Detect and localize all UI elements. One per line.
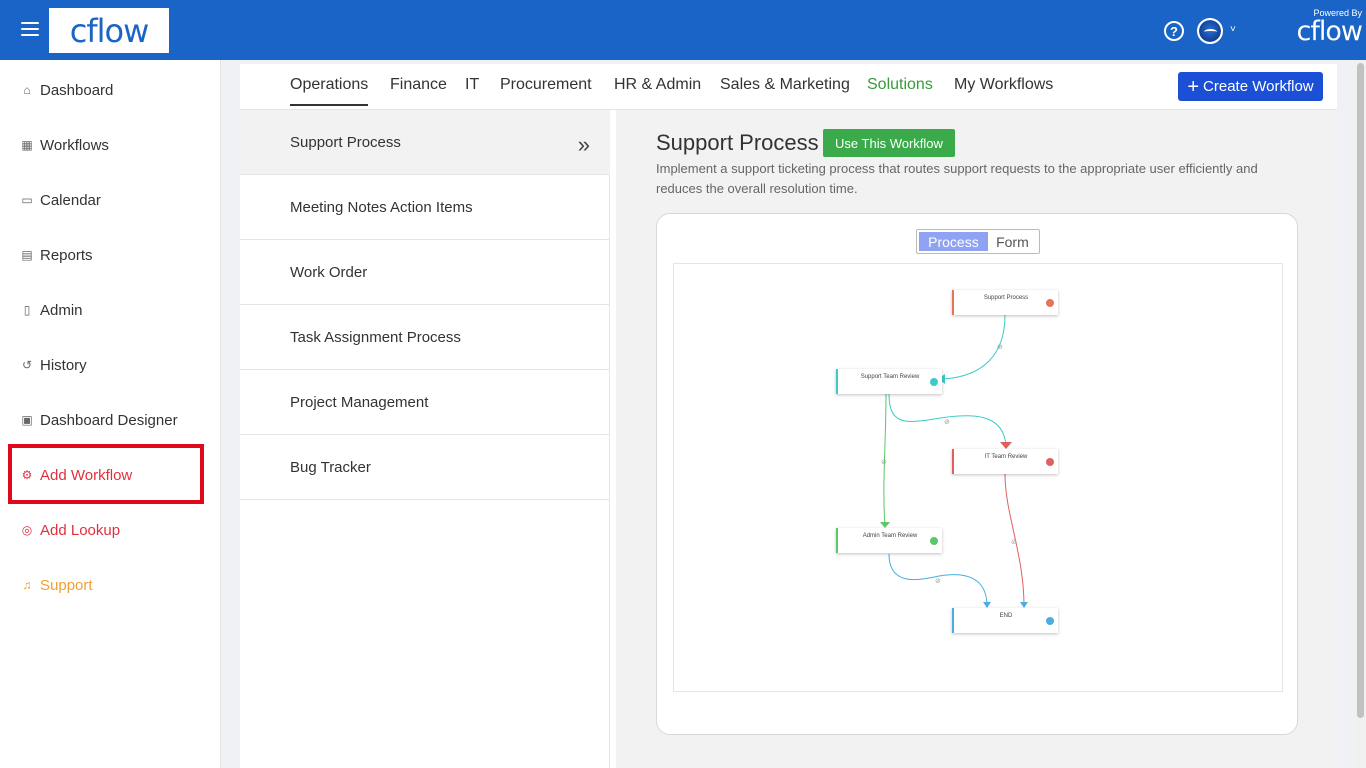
node-status-dot bbox=[930, 537, 938, 545]
grid-icon: ▦ bbox=[21, 138, 33, 152]
sidebar-item-label: Support bbox=[40, 576, 93, 594]
powered-by-brand: cflow bbox=[1296, 16, 1363, 47]
tab-operations[interactable]: Operations bbox=[290, 76, 369, 106]
link-icon: ⊘ bbox=[881, 458, 887, 466]
list-item-label: Support Process bbox=[290, 133, 401, 151]
node-admin-team-review[interactable]: Admin Team Review bbox=[836, 528, 942, 553]
designer-icon: ▣ bbox=[21, 413, 33, 427]
tab-finance[interactable]: Finance bbox=[390, 76, 447, 106]
workflow-description: Implement a support ticketing process th… bbox=[656, 161, 1258, 196]
list-item[interactable]: Project Management bbox=[240, 370, 610, 435]
main-panel: Operations Finance IT Procurement HR & A… bbox=[240, 64, 1337, 768]
list-item-label: Meeting Notes Action Items bbox=[290, 198, 473, 216]
arrowhead bbox=[1000, 442, 1012, 449]
list-item[interactable]: Meeting Notes Action Items bbox=[240, 175, 610, 240]
create-workflow-label: Create Workflow bbox=[1203, 78, 1314, 95]
view-toggle: Process Form bbox=[916, 229, 1040, 254]
list-item-support-process[interactable]: Support Process » bbox=[240, 110, 610, 175]
node-label: Admin Team Review bbox=[862, 533, 918, 539]
tab-it[interactable]: IT bbox=[465, 76, 479, 106]
node-status-dot bbox=[1046, 299, 1054, 307]
list-item-label: Bug Tracker bbox=[290, 458, 371, 476]
workflow-preview-card: Process Form ⊘ ⊘ ⊘ ⊘ ⊘ Support Process S… bbox=[656, 213, 1298, 735]
list-item[interactable]: Bug Tracker bbox=[240, 435, 610, 500]
list-item-label: Work Order bbox=[290, 263, 368, 281]
node-label: Support Process bbox=[983, 295, 1029, 301]
link-icon: ⊘ bbox=[997, 343, 1003, 351]
tab-my-workflows[interactable]: My Workflows bbox=[954, 76, 1053, 106]
target-icon: ◎ bbox=[21, 523, 33, 537]
process-toggle-button[interactable]: Process bbox=[919, 232, 988, 251]
sidebar-item-label: Add Lookup bbox=[40, 521, 121, 539]
node-support-team-review[interactable]: Support Team Review bbox=[836, 369, 942, 394]
plus-icon: + bbox=[1187, 75, 1200, 98]
powered-by-logo: Powered By cflow bbox=[1270, 8, 1363, 47]
node-label: IT Team Review bbox=[984, 454, 1028, 460]
chevron-down-icon[interactable]: ˅ bbox=[1230, 24, 1236, 35]
sidebar-item-label: Dashboard bbox=[40, 81, 114, 99]
scrollbar-thumb[interactable] bbox=[1357, 63, 1364, 718]
sidebar-item-support[interactable]: ♫ Support bbox=[20, 573, 93, 597]
sidebar-item-calendar[interactable]: ▭ Calendar bbox=[20, 188, 101, 212]
node-status-dot bbox=[1046, 458, 1054, 466]
list-item[interactable]: Work Order bbox=[240, 240, 610, 305]
link-icon: ⊘ bbox=[935, 577, 941, 585]
sidebar: ⌂ Dashboard ▦ Workflows ▭ Calendar ▤ Rep… bbox=[0, 60, 221, 768]
tab-sales-marketing[interactable]: Sales & Marketing bbox=[720, 76, 850, 106]
history-icon: ↺ bbox=[21, 358, 33, 372]
sidebar-item-add-lookup[interactable]: ◎ Add Lookup bbox=[20, 518, 120, 542]
list-item-label: Task Assignment Process bbox=[290, 328, 461, 346]
connector-start-support bbox=[943, 314, 1006, 380]
headset-icon: ♫ bbox=[22, 578, 32, 592]
calendar-icon: ▭ bbox=[21, 193, 33, 207]
workflow-detail-panel: Support Process Use This Workflow Implem… bbox=[616, 110, 1337, 768]
help-icon[interactable]: ? bbox=[1164, 21, 1184, 41]
link-icon: ⊘ bbox=[944, 418, 950, 426]
sidebar-item-label: Workflows bbox=[40, 136, 109, 154]
book-icon: ▯ bbox=[23, 303, 31, 317]
node-it-team-review[interactable]: IT Team Review bbox=[952, 449, 1058, 474]
cflow-logo[interactable]: cflow bbox=[49, 8, 169, 53]
hamburger-menu-icon[interactable] bbox=[21, 22, 39, 36]
report-icon: ▤ bbox=[21, 248, 33, 262]
list-item[interactable]: Task Assignment Process bbox=[240, 305, 610, 370]
template-list: Support Process » Meeting Notes Action I… bbox=[240, 110, 610, 768]
home-icon: ⌂ bbox=[23, 83, 31, 97]
node-label: END bbox=[999, 613, 1013, 619]
sidebar-item-workflows[interactable]: ▦ Workflows bbox=[20, 133, 109, 157]
node-label: Support Team Review bbox=[860, 374, 920, 380]
node-end[interactable]: END bbox=[952, 608, 1058, 633]
list-item-label: Project Management bbox=[290, 393, 429, 411]
sidebar-item-label: History bbox=[40, 356, 87, 374]
sidebar-item-dashboard-designer[interactable]: ▣ Dashboard Designer bbox=[20, 408, 178, 432]
sidebar-item-label: Calendar bbox=[40, 191, 101, 209]
logo-text: cflow bbox=[69, 11, 149, 50]
process-diagram-canvas: ⊘ ⊘ ⊘ ⊘ ⊘ Support Process Support Team R… bbox=[673, 263, 1283, 692]
node-status-dot bbox=[1046, 617, 1054, 625]
tab-hr-admin[interactable]: HR & Admin bbox=[614, 76, 701, 106]
form-toggle-button[interactable]: Form bbox=[988, 232, 1037, 251]
double-chevron-right-icon: » bbox=[577, 132, 590, 157]
sidebar-item-reports[interactable]: ▤ Reports bbox=[20, 243, 93, 267]
link-icon: ⊘ bbox=[1011, 538, 1017, 546]
avatar[interactable] bbox=[1197, 18, 1223, 44]
node-status-dot bbox=[930, 378, 938, 386]
tab-procurement[interactable]: Procurement bbox=[500, 76, 592, 106]
tab-solutions[interactable]: Solutions bbox=[867, 76, 933, 106]
workflow-title: Support Process bbox=[656, 130, 819, 155]
top-bar: cflow ? ˅ Powered By cflow bbox=[0, 0, 1366, 60]
page-scrollbar[interactable] bbox=[1355, 60, 1366, 768]
create-workflow-button[interactable]: + Create Workflow bbox=[1178, 72, 1323, 101]
sidebar-item-history[interactable]: ↺ History bbox=[20, 353, 87, 377]
sidebar-item-admin[interactable]: ▯ Admin bbox=[20, 298, 83, 322]
sidebar-item-label: Admin bbox=[40, 301, 83, 319]
use-this-workflow-button[interactable]: Use This Workflow bbox=[823, 129, 955, 157]
sidebar-item-label: Reports bbox=[40, 246, 93, 264]
sidebar-item-dashboard[interactable]: ⌂ Dashboard bbox=[20, 78, 113, 102]
highlight-annotation-box bbox=[8, 444, 204, 504]
category-tabs: Operations Finance IT Procurement HR & A… bbox=[240, 64, 1337, 110]
sidebar-item-label: Dashboard Designer bbox=[40, 411, 178, 429]
node-support-process[interactable]: Support Process bbox=[952, 290, 1058, 315]
